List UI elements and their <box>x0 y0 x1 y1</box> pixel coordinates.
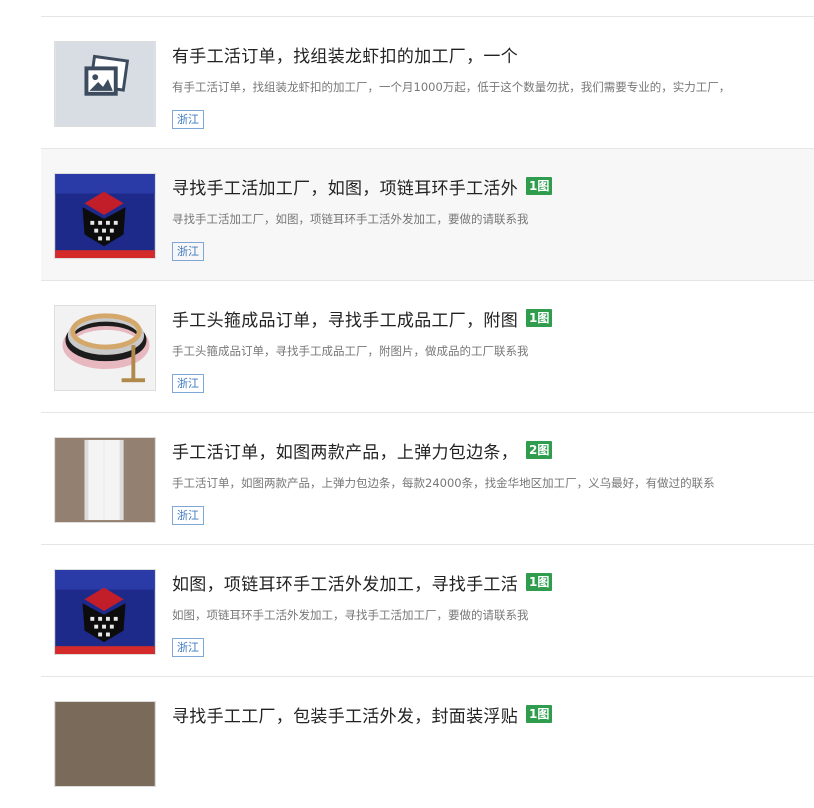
listing-description: 有手工活订单，找组装龙虾扣的加工厂，一个月1000万起，低于这个数量勿扰，我们需… <box>172 80 731 94</box>
listing-title[interactable]: 寻找手工工厂，包装手工活外发，封面装浮贴 <box>172 702 518 727</box>
list-item[interactable]: 如图，项链耳环手工活外发加工，寻找手工活 1图 如图，项链耳环手工活外发加工，寻… <box>41 544 814 676</box>
image-count-badge: 1图 <box>526 573 553 591</box>
list-item[interactable]: 有手工活订单，找组装龙虾扣的加工厂，一个 有手工活订单，找组装龙虾扣的加工厂，一… <box>41 16 814 148</box>
listing-image[interactable] <box>54 701 156 787</box>
listing-title[interactable]: 寻找手工活加工厂，如图，项链耳环手工活外 <box>172 174 518 199</box>
placeholder-image[interactable] <box>54 41 156 127</box>
listing-title[interactable]: 手工头箍成品订单，寻找手工成品工厂，附图 <box>172 306 518 331</box>
region-tag[interactable]: 浙江 <box>172 638 204 657</box>
listing-description: 如图，项链耳环手工活外发加工，寻找手工活加工厂，要做的请联系我 <box>172 608 529 622</box>
image-count-badge: 1图 <box>526 177 553 195</box>
listing-description: 寻找手工活加工厂，如图，项链耳环手工活外发加工，要做的请联系我 <box>172 212 529 226</box>
list-item[interactable]: 手工活订单，如图两款产品，上弹力包边条， 2图 手工活订单，如图两款产品，上弹力… <box>41 412 814 544</box>
region-tag[interactable]: 浙江 <box>172 506 204 525</box>
region-tag[interactable]: 浙江 <box>172 374 204 393</box>
listing-title[interactable]: 手工活订单，如图两款产品，上弹力包边条， <box>172 438 518 463</box>
listing-description: 手工头箍成品订单，寻找手工成品工厂，附图片，做成品的工厂联系我 <box>172 344 529 358</box>
list-item[interactable]: 手工头箍成品订单，寻找手工成品工厂，附图 1图 手工头箍成品订单，寻找手工成品工… <box>41 280 814 412</box>
listing-image[interactable] <box>54 437 156 523</box>
listing-image[interactable] <box>54 569 156 655</box>
listing-title[interactable]: 有手工活订单，找组装龙虾扣的加工厂，一个 <box>172 42 518 67</box>
list-item[interactable]: 寻找手工活加工厂，如图，项链耳环手工活外 1图 寻找手工活加工厂，如图，项链耳环… <box>41 148 814 280</box>
region-tag[interactable]: 浙江 <box>172 242 204 261</box>
list-item[interactable]: 寻找手工工厂，包装手工活外发，封面装浮贴 1图 <box>41 676 814 808</box>
listing-image[interactable] <box>54 305 156 391</box>
region-tag[interactable]: 浙江 <box>172 110 204 129</box>
listing-list: 有手工活订单，找组装龙虾扣的加工厂，一个 有手工活订单，找组装龙虾扣的加工厂，一… <box>41 16 814 808</box>
listing-image[interactable] <box>54 173 156 259</box>
listing-title[interactable]: 如图，项链耳环手工活外发加工，寻找手工活 <box>172 570 518 595</box>
listing-description: 手工活订单，如图两款产品，上弹力包边条，每款24000条，找金华地区加工厂，义乌… <box>172 476 715 490</box>
image-count-badge: 2图 <box>526 441 553 459</box>
image-count-badge: 1图 <box>526 309 553 327</box>
